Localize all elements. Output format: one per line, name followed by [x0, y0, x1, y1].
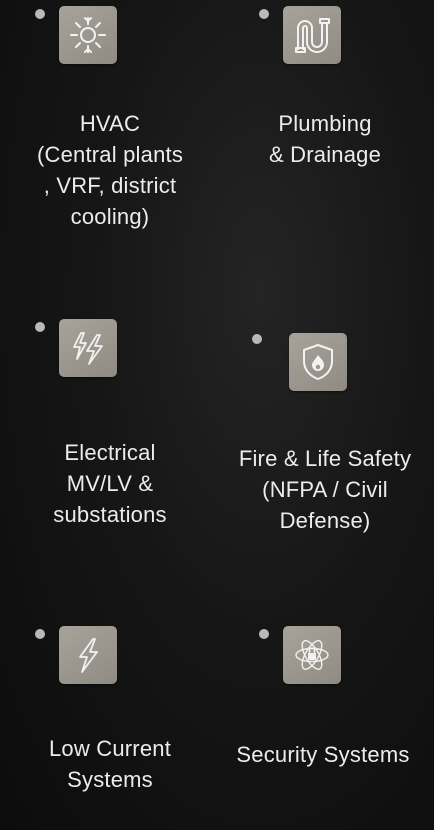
fire-label: Fire & Life Safety (NFPA / Civil Defense… [214, 443, 434, 536]
plumbing-label-line-2: & Drainage [268, 142, 382, 167]
low-current-label: Low Current Systems [0, 733, 220, 795]
security-label-line-1: Security Systems [236, 742, 410, 767]
electrical-icon-tile [59, 319, 117, 377]
low-current-label-line-2: Systems [67, 767, 153, 792]
fire-icon-tile [289, 333, 347, 391]
low-current-icon-tile [59, 626, 117, 684]
fire-shield-icon [303, 344, 333, 380]
low-current-label-line-1: Low Current [48, 736, 172, 761]
fire-label-line-3: Defense) [279, 508, 371, 533]
fire-label-line-2: (NFPA / Civil [262, 477, 388, 502]
plumbing-label: Plumbing & Drainage [215, 108, 434, 170]
lightning-icon [79, 638, 98, 673]
double-lightning-icon [73, 332, 103, 365]
bullet-dot [259, 9, 269, 19]
electrical-label-line-1: Electrical [64, 440, 156, 465]
bullet-dot [35, 322, 45, 332]
electrical-label-line-3: substations [53, 502, 167, 527]
electrical-label: Electrical MV/LV & substations [0, 437, 220, 530]
services-grid: HVAC (Central plants , VRF, district coo… [0, 0, 434, 830]
security-label: Security Systems [212, 739, 434, 770]
hvac-label: HVAC (Central plants , VRF, district coo… [0, 108, 220, 232]
hvac-label-line-4: cooling) [70, 204, 150, 229]
plumbing-icon-tile [283, 6, 341, 64]
bullet-dot [259, 629, 269, 639]
hvac-label-line-3: , VRF, district [43, 173, 177, 198]
bullet-dot [252, 334, 262, 344]
hvac-label-line-2: (Central plants [36, 142, 184, 167]
hvac-label-line-1: HVAC [79, 111, 141, 136]
bullet-dot [35, 9, 45, 19]
snowflake-sun-icon [70, 17, 106, 53]
plumbing-label-line-1: Plumbing [278, 111, 372, 136]
security-icon-tile [283, 626, 341, 684]
electrical-label-line-2: MV/LV & [66, 471, 154, 496]
hvac-icon-tile [59, 6, 117, 64]
pipes-icon [295, 18, 330, 53]
fire-label-line-1: Fire & Life Safety [238, 446, 412, 471]
atom-lock-icon [295, 640, 329, 670]
bullet-dot [35, 629, 45, 639]
